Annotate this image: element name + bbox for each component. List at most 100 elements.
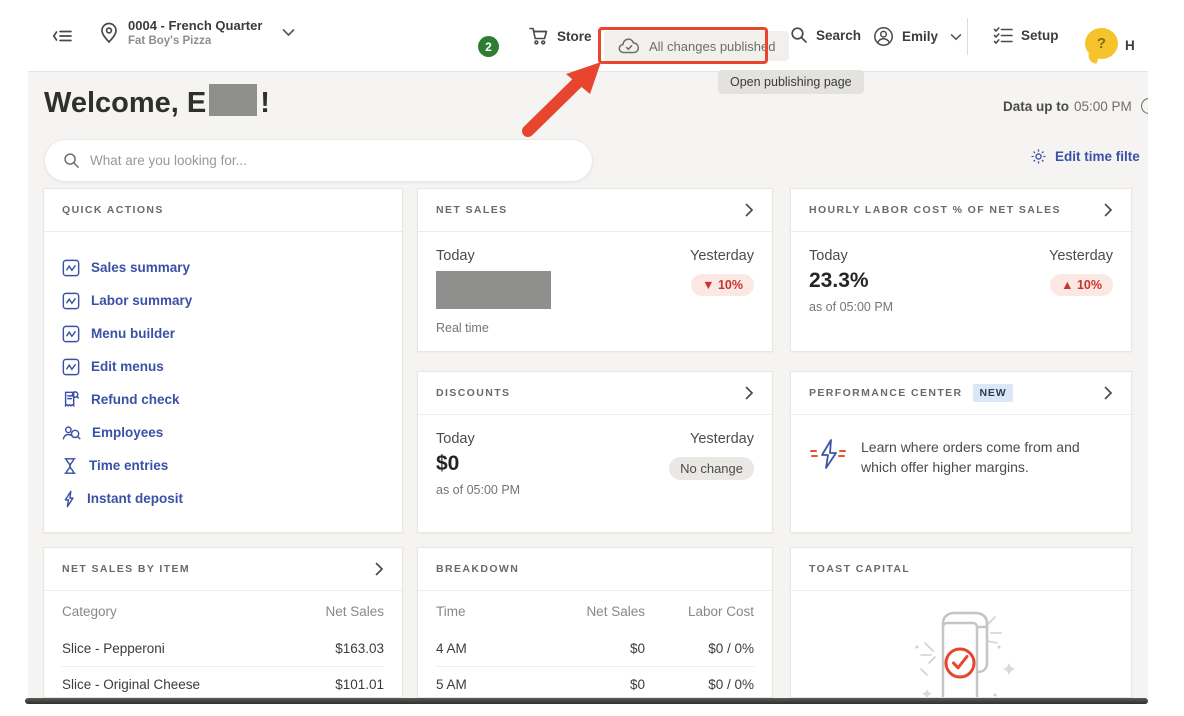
collapse-sidebar-button[interactable]: [52, 26, 73, 46]
table-row: 4 AM $0 $0 / 0%: [436, 631, 754, 666]
search-button[interactable]: Search: [790, 26, 861, 44]
line-chart-icon: [62, 292, 80, 310]
edit-time-filter-label: Edit time filte: [1055, 149, 1140, 164]
table-header-row: Time Net Sales Labor Cost: [436, 591, 754, 631]
help-label: H: [1125, 38, 1135, 53]
chevron-right-icon[interactable]: [1104, 203, 1113, 217]
publish-status-button[interactable]: All changes published: [604, 31, 789, 61]
store-label: Store: [557, 29, 592, 44]
quick-actions-card: QUICK ACTIONS Sales summary Labor summar…: [43, 188, 403, 533]
quick-action-refund-check[interactable]: Refund check: [62, 383, 384, 416]
new-badge: NEW: [973, 384, 1014, 402]
quick-action-time-entries[interactable]: Time entries: [62, 449, 384, 482]
table-row: 5 AM $0 $0 / 0%: [436, 666, 754, 698]
search-icon: [790, 26, 808, 44]
location-subtitle: Fat Boy's Pizza: [128, 35, 262, 47]
net-sales-by-item-table: Category Net Sales Slice - Pepperoni $16…: [44, 591, 402, 698]
card-title: PERFORMANCE CENTER: [809, 387, 963, 399]
data-up-to-value: 05:00 PM: [1074, 99, 1132, 114]
yesterday-label: Yesterday: [1049, 248, 1113, 264]
chevron-right-icon[interactable]: [745, 203, 754, 217]
discounts-value: $0: [436, 452, 520, 476]
search-icon: [63, 152, 80, 169]
quick-action-employees[interactable]: Employees: [62, 416, 384, 449]
line-chart-icon: [62, 358, 80, 376]
user-avatar-icon: [873, 26, 894, 47]
card-title: HOURLY LABOR COST % OF NET SALES: [809, 204, 1061, 216]
card-title: QUICK ACTIONS: [62, 204, 164, 216]
chevron-down-icon: [282, 28, 295, 37]
breakdown-table: Time Net Sales Labor Cost 4 AM $0 $0 / 0…: [418, 591, 772, 698]
line-chart-icon: [62, 259, 80, 277]
user-menu[interactable]: Emily: [873, 26, 962, 47]
chevron-right-icon[interactable]: [375, 562, 384, 576]
net-sales-card: NET SALES Today Real time Yesterday ▼ 10…: [417, 188, 773, 352]
store-button[interactable]: Store: [528, 26, 592, 46]
as-of-note: as of 05:00 PM: [436, 483, 520, 497]
redaction-box: [209, 84, 257, 116]
card-title: NET SALES: [436, 204, 508, 216]
cloud-check-icon: [618, 38, 640, 55]
line-chart-icon: [62, 325, 80, 343]
table-row: Slice - Pepperoni $163.03: [62, 631, 384, 666]
topbar-divider: [967, 18, 968, 55]
hourglass-icon: [62, 457, 78, 475]
card-title: NET SALES BY ITEM: [62, 563, 190, 575]
setup-checklist-icon: [993, 26, 1013, 45]
question-mark-icon: ?: [1097, 35, 1106, 52]
setup-button[interactable]: Setup: [993, 26, 1059, 45]
data-up-to-label: Data up to: [1003, 99, 1069, 114]
people-search-icon: [62, 424, 81, 442]
performance-center-card: PERFORMANCE CENTER NEW Learn where order…: [790, 371, 1132, 533]
quick-action-menu-builder[interactable]: Menu builder: [62, 317, 384, 350]
data-up-to: Data up to 05:00 PM: [1003, 98, 1148, 114]
receipt-search-icon: [62, 390, 80, 409]
change-badge: ▼ 10%: [691, 274, 754, 296]
today-label: Today: [436, 248, 551, 264]
clock-icon-partial: [1141, 98, 1148, 114]
yesterday-label: Yesterday: [690, 248, 754, 264]
chevron-right-icon[interactable]: [745, 386, 754, 400]
lightning-icon: [62, 490, 76, 508]
quick-action-labor-summary[interactable]: Labor summary: [62, 284, 384, 317]
quick-action-instant-deposit[interactable]: Instant deposit: [62, 482, 384, 515]
collapse-menu-icon: [52, 26, 73, 46]
quick-action-edit-menus[interactable]: Edit menus: [62, 350, 384, 383]
cart-icon: [528, 26, 549, 46]
location-pin-icon: [98, 21, 120, 45]
as-of-note: as of 05:00 PM: [809, 300, 893, 314]
window-bottom-edge: [25, 698, 1148, 704]
today-label: Today: [436, 431, 520, 447]
discounts-card: DISCOUNTS Today $0 as of 05:00 PM Yester…: [417, 371, 773, 533]
change-badge: ▲ 10%: [1050, 274, 1113, 296]
global-search-bar[interactable]: [44, 139, 593, 182]
labor-cost-value: 23.3%: [809, 269, 893, 293]
quick-action-sales-summary[interactable]: Sales summary: [62, 251, 384, 284]
user-name: Emily: [902, 29, 938, 44]
spark-bolt-icon: [809, 437, 847, 478]
change-badge: No change: [669, 457, 754, 480]
performance-description: Learn where orders come from and which o…: [861, 437, 1111, 478]
card-title: DISCOUNTS: [436, 387, 510, 399]
location-name: 0004 - French Quarter: [128, 18, 262, 33]
yesterday-label: Yesterday: [690, 431, 754, 447]
page-title: Welcome, E!: [44, 84, 270, 120]
notification-count-badge[interactable]: 2: [478, 36, 499, 57]
publish-status-label: All changes published: [649, 39, 775, 54]
chevron-right-icon[interactable]: [1104, 386, 1113, 400]
gear-icon: [1030, 148, 1047, 165]
quick-actions-list: Sales summary Labor summary Menu builder…: [44, 232, 402, 533]
publish-tooltip: Open publishing page: [718, 70, 864, 94]
app-window: 0004 - French Quarter Fat Boy's Pizza 2 …: [28, 0, 1148, 698]
today-label: Today: [809, 248, 893, 264]
location-selector[interactable]: 0004 - French Quarter Fat Boy's Pizza: [98, 18, 295, 47]
capital-receipt-illustration-icon: [891, 599, 1031, 698]
search-input[interactable]: [90, 153, 574, 168]
card-title: TOAST CAPITAL: [809, 563, 910, 575]
search-label: Search: [816, 28, 861, 43]
real-time-note: Real time: [436, 321, 551, 335]
table-header-row: Category Net Sales: [62, 591, 384, 631]
setup-label: Setup: [1021, 28, 1059, 43]
edit-time-filter-button[interactable]: Edit time filte: [1030, 148, 1140, 165]
help-button[interactable]: ?: [1085, 28, 1118, 59]
